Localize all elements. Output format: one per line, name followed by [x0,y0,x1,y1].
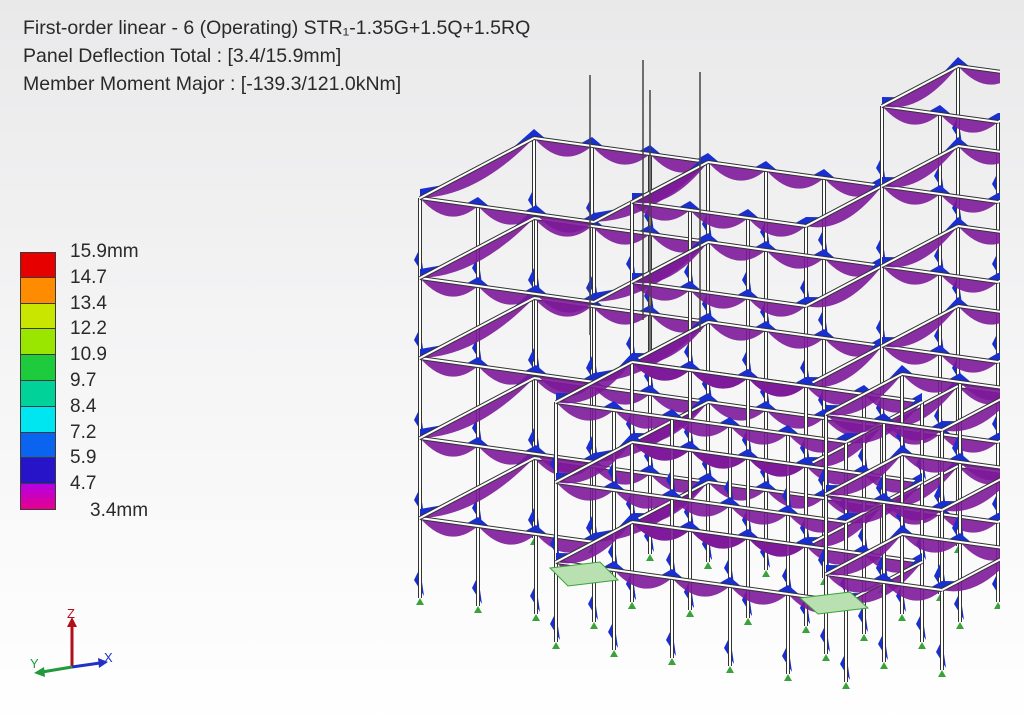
support-node-icon [628,602,636,609]
support-node-icon [938,670,946,677]
legend-label: 7.2 [70,421,97,443]
legend-swatch [20,484,56,510]
support-node-icon [532,614,540,621]
x-axis-label: X [104,650,113,665]
legend-label: 4.7 [70,473,97,495]
support-node-icon [822,654,830,661]
support-node-icon [860,634,868,641]
y-axis-label: Y [30,656,39,671]
legend-label: 13.4 [70,292,107,314]
support-node-icon [686,610,694,617]
legend-label: 14.7 [70,266,107,288]
support-node-icon [610,650,618,657]
y-axis-arrow [41,665,73,674]
legend-swatch [20,252,56,278]
support-node-icon [898,614,906,621]
support-node-icon [590,622,598,629]
support-node-icon [416,598,424,605]
support-node-icon [744,618,752,625]
legend-swatch [20,406,56,433]
legend-label: 10.9 [70,344,107,366]
support-node-icon [956,622,964,629]
support-node-icon [668,658,676,665]
support-node-icon [646,554,654,561]
support-node-icon [552,642,560,649]
load-case-title: First-order linear - 6 (Operating) STR₁-… [23,17,531,39]
z-axis-label: Z [67,606,75,621]
structure-model-view[interactable] [380,55,1000,695]
support-node-icon [704,562,712,569]
legend-swatch [20,458,56,485]
support-node-icon [842,682,850,689]
legend-label: 8.4 [70,395,97,417]
support-node-icon [880,662,888,669]
legend-swatch [20,432,56,459]
legend-swatch [20,380,56,407]
support-node-icon [802,626,810,633]
support-node-icon [474,606,482,613]
support-node-icon [762,570,770,577]
support-node-icon [784,674,792,681]
legend-label: 5.9 [70,447,97,469]
legend-swatch [20,303,56,330]
beam-member [419,137,535,199]
legend-min-label: 3.4mm [90,500,149,521]
support-node-icon [918,642,926,649]
legend-label: 9.7 [70,369,97,391]
legend-label: 15.9mm [70,241,139,262]
legend-swatch [20,329,56,356]
axis-triad-icon: Z X Y [30,606,113,677]
legend-label: 12.2 [70,318,107,340]
x-axis-arrow [71,661,101,669]
support-node-icon [726,666,734,673]
legend-swatch [20,355,56,381]
support-node-icon [994,602,1000,609]
legend-swatch [20,277,56,304]
